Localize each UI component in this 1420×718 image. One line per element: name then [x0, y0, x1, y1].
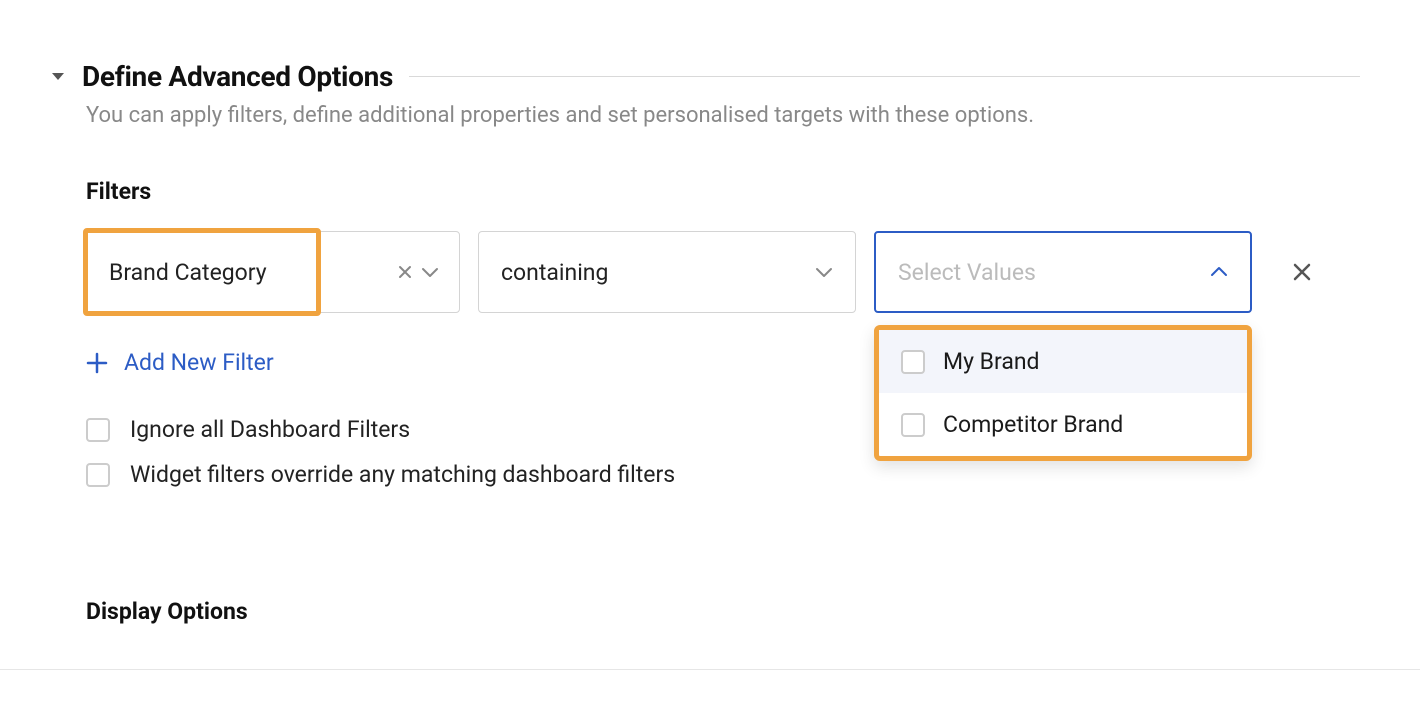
- divider: [409, 76, 1360, 77]
- checkbox-icon[interactable]: [901, 413, 925, 437]
- operator-select[interactable]: containing: [478, 231, 856, 313]
- filter-row: Brand Category containing Select: [86, 231, 1360, 313]
- category-select[interactable]: Brand Category: [86, 231, 460, 313]
- checkbox-icon[interactable]: [901, 350, 925, 374]
- widget-override-checkbox[interactable]: Widget filters override any matching das…: [86, 461, 1360, 488]
- operator-label: containing: [501, 259, 608, 286]
- divider: [0, 669, 1420, 670]
- values-dropdown: My Brand Competitor Brand: [874, 325, 1252, 461]
- chevron-down-icon: [815, 266, 833, 278]
- add-filter-label: Add New Filter: [124, 349, 274, 376]
- chevron-up-icon: [1210, 266, 1228, 278]
- dropdown-option[interactable]: Competitor Brand: [879, 393, 1247, 456]
- plus-icon: [86, 352, 108, 374]
- dropdown-option[interactable]: My Brand: [879, 330, 1247, 393]
- dropdown-option-label: Competitor Brand: [943, 411, 1123, 438]
- display-options-heading: Display Options: [86, 598, 1360, 625]
- clear-category-icon[interactable]: [397, 264, 413, 280]
- checkbox-icon[interactable]: [86, 463, 110, 487]
- section-title: Define Advanced Options: [82, 60, 393, 93]
- checkbox-icon[interactable]: [86, 418, 110, 442]
- checkbox-label: Widget filters override any matching das…: [130, 461, 675, 488]
- values-select[interactable]: Select Values: [874, 231, 1252, 313]
- filters-heading: Filters: [86, 178, 1360, 205]
- values-placeholder: Select Values: [898, 259, 1036, 286]
- dropdown-option-label: My Brand: [943, 348, 1040, 375]
- collapse-icon[interactable]: [50, 72, 66, 82]
- checkbox-label: Ignore all Dashboard Filters: [130, 416, 410, 443]
- chevron-down-icon: [421, 266, 439, 278]
- category-label: Brand Category: [87, 259, 397, 286]
- remove-filter-icon[interactable]: [1290, 260, 1314, 284]
- section-subtitle: You can apply filters, define additional…: [86, 103, 1360, 128]
